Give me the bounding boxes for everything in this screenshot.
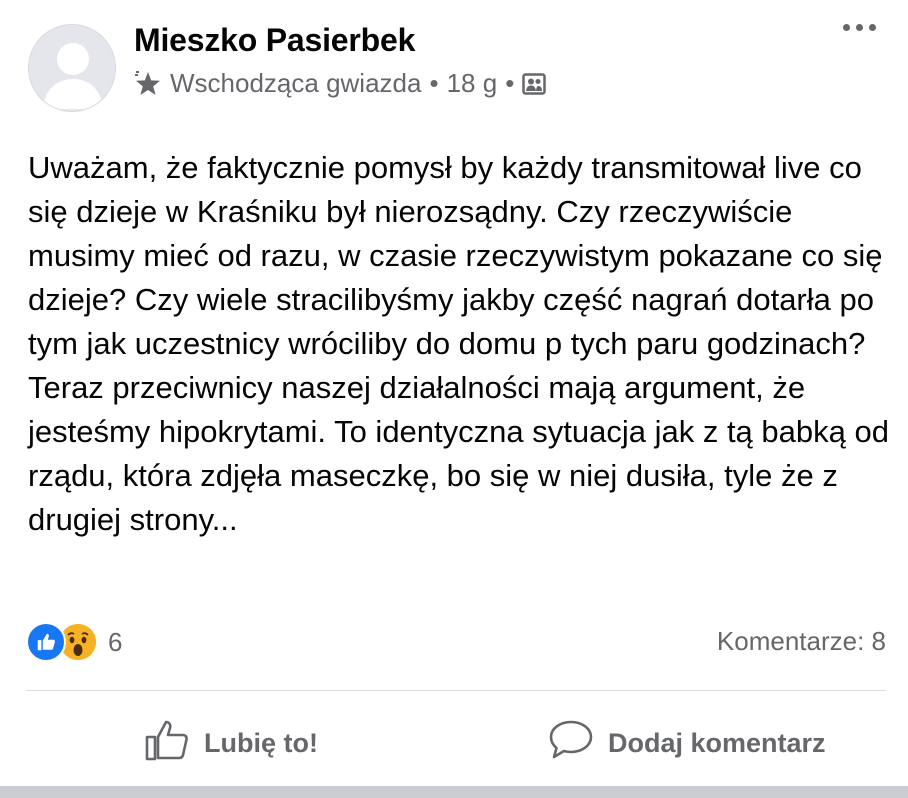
comment-button[interactable]: Dodaj komentarz — [548, 716, 826, 770]
reactions-summary[interactable]: 6 — [26, 622, 122, 662]
more-dot — [856, 24, 863, 31]
meta-separator: • — [429, 68, 439, 98]
post-time[interactable]: 18 g — [447, 68, 498, 99]
avatar[interactable] — [28, 24, 116, 112]
comment-button-label: Dodaj komentarz — [608, 727, 826, 758]
more-options-button[interactable] — [843, 24, 876, 31]
default-avatar-icon — [29, 25, 115, 111]
meta-separator: • — [505, 68, 515, 98]
post-meta: Wschodząca gwiazda • 18 g • — [134, 68, 547, 99]
like-button-label: Lubię to! — [204, 727, 318, 758]
feed-separator — [0, 786, 908, 798]
more-dot — [869, 24, 876, 31]
post-card: Mieszko Pasierbek Wschodząca gwiazda • 1… — [0, 0, 908, 798]
like-button[interactable]: Lubię to! — [144, 716, 318, 770]
reaction-count: 6 — [108, 626, 123, 657]
post-text: Uważam, że faktycznie pomysł by każdy tr… — [28, 150, 889, 537]
thumbs-up-icon — [144, 718, 190, 769]
comments-count[interactable]: Komentarze: 8 — [717, 626, 886, 657]
divider — [26, 690, 886, 691]
group-icon — [522, 72, 547, 96]
like-icon — [26, 622, 66, 662]
badge-label[interactable]: Wschodząca gwiazda — [170, 68, 421, 99]
author-name[interactable]: Mieszko Pasierbek — [134, 22, 415, 59]
comment-bubble-icon — [548, 719, 594, 768]
more-dot — [843, 24, 850, 31]
star-icon — [134, 70, 162, 97]
